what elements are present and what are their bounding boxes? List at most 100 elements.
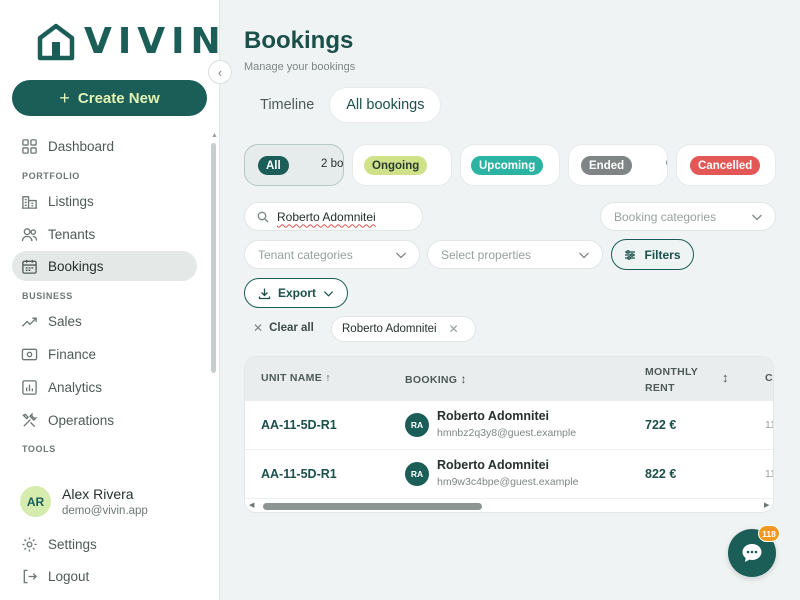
sidebar-item-label: Dashboard: [48, 138, 115, 154]
status-filter-ongoing[interactable]: Ongoing: [352, 144, 452, 186]
table-horizontal-scrollbar[interactable]: ◀ ▶: [245, 499, 773, 512]
tenant-categories-placeholder: Tenant categories: [258, 247, 353, 262]
sidebar-item-label: Operations: [48, 412, 115, 428]
house-logo-icon: [37, 23, 75, 61]
user-profile[interactable]: AR Alex Rivera demo@vivin.app: [20, 486, 148, 517]
guest-email: hmnbz2q3y8@guest.example: [437, 427, 577, 439]
column-header-unit-name[interactable]: UNIT NAME ↑: [261, 372, 331, 384]
scroll-up-arrow-icon[interactable]: ▲: [211, 132, 218, 139]
sidebar-item-logout[interactable]: Logout: [12, 561, 197, 591]
chat-bubble-icon: [742, 544, 762, 562]
sidebar-item-label: Analytics: [48, 379, 103, 395]
tab-all-bookings[interactable]: All bookings: [330, 88, 441, 122]
sidebar-item-analytics[interactable]: Analytics: [12, 372, 197, 402]
sidebar-item-bookings[interactable]: Bookings: [12, 251, 197, 281]
vivin-logo[interactable]: VIVIN: [36, 22, 227, 62]
avatar: RA: [405, 413, 429, 437]
tools-icon: [22, 411, 38, 427]
user-name: Alex Rivera: [62, 486, 134, 502]
sidebar-item-operations[interactable]: Operations: [12, 405, 197, 435]
tenant-categories-select[interactable]: Tenant categories: [244, 240, 420, 269]
chevron-down-icon: [752, 214, 762, 221]
chat-unread-badge: 118: [758, 525, 780, 542]
status-filter-cancelled[interactable]: Cancelled: [676, 144, 776, 186]
chevron-down-icon: [396, 252, 406, 259]
export-button[interactable]: Export: [244, 278, 348, 308]
status-pill-ongoing: Ongoing: [364, 156, 428, 175]
sidebar-item-dashboard[interactable]: Dashboard: [12, 131, 197, 161]
trend-up-icon: [21, 317, 37, 327]
sidebar-item-label: Tenants: [48, 226, 96, 242]
chevron-down-icon: [323, 290, 334, 297]
status-pill-cancelled: Cancelled: [690, 156, 761, 175]
search-value: Roberto Adomnitei: [277, 209, 376, 224]
create-new-label: Create New: [77, 89, 160, 107]
guest-name[interactable]: Roberto Adomnitei: [437, 409, 549, 423]
create-new-button[interactable]: + Create New: [12, 80, 207, 116]
scrollbar-thumb[interactable]: [263, 503, 482, 510]
logout-icon: [23, 569, 38, 583]
sidebar-scrollbar[interactable]: [211, 143, 216, 373]
column-header-booking[interactable]: BOOKING ↕: [405, 372, 467, 386]
sidebar-item-label: Bookings: [48, 258, 104, 274]
grid-icon: [22, 138, 37, 154]
unit-name[interactable]: AA-11-5D-R1: [261, 467, 337, 481]
sidebar-item-label: Sales: [48, 313, 82, 329]
guest-name[interactable]: Roberto Adomnitei: [437, 458, 549, 472]
avatar: AR: [20, 486, 51, 517]
collapse-sidebar-chevron-icon[interactable]: ‹: [208, 60, 232, 84]
sliders-icon: [625, 249, 636, 260]
filters-button[interactable]: Filters: [611, 239, 694, 270]
section-tools: TOOLS: [22, 444, 56, 454]
status-filter-all[interactable]: All 2 boo: [244, 144, 344, 186]
sidebar-item-listings[interactable]: Listings: [12, 186, 197, 216]
table-header: UNIT NAME ↑ BOOKING ↕ MONTHLYRENT ↕ CI: [245, 357, 773, 401]
sidebar: VIVIN + Create New ▲ Dashboard PORTFOLIO…: [0, 0, 221, 600]
clear-all-label: Clear all: [269, 322, 314, 334]
plus-icon: +: [59, 87, 70, 108]
remove-chip-close-icon[interactable]: ✕: [449, 322, 459, 336]
column-header-cut[interactable]: CI: [765, 372, 773, 384]
sidebar-item-label: Listings: [48, 193, 94, 209]
monthly-rent: 822 €: [645, 467, 677, 481]
status-count-all: 2 boo: [321, 158, 344, 170]
scroll-left-arrow-icon[interactable]: ◀: [249, 501, 254, 509]
active-filter-chip-label: Roberto Adomnitei: [342, 323, 437, 335]
table-row[interactable]: AA-11-5D-R1 RA Roberto Adomnitei hmnbz2q…: [245, 401, 773, 450]
table-row[interactable]: AA-11-5D-R1 RA Roberto Adomnitei hm9w3c4…: [245, 450, 773, 499]
view-tabs: Timeline All bookings: [244, 88, 441, 122]
sidebar-item-tenants[interactable]: Tenants: [12, 219, 197, 249]
cut-off-cell: 11: [765, 419, 773, 431]
logo-text: VIVIN: [84, 21, 227, 62]
scroll-right-arrow-icon[interactable]: ▶: [764, 501, 769, 509]
status-pill-all: All: [258, 156, 289, 175]
unit-name[interactable]: AA-11-5D-R1: [261, 418, 337, 432]
status-filter-ended[interactable]: Ended 0: [568, 144, 668, 186]
monthly-rent: 722 €: [645, 418, 677, 432]
close-icon: ✕: [253, 321, 264, 335]
sidebar-item-label: Logout: [48, 568, 90, 584]
search-input[interactable]: Roberto Adomnitei: [244, 202, 423, 231]
booking-categories-select[interactable]: Booking categories: [600, 202, 776, 231]
clear-all-button[interactable]: ✕ Clear all: [253, 321, 314, 335]
page-subtitle: Manage your bookings: [244, 61, 356, 73]
select-properties-select[interactable]: Select properties: [427, 240, 603, 269]
gear-icon: [22, 536, 37, 552]
sort-icon[interactable]: ↕: [722, 370, 729, 385]
buildings-icon: [21, 195, 38, 209]
status-pill-upcoming: Upcoming: [471, 156, 544, 175]
cut-off-cell: 11: [765, 468, 773, 480]
sidebar-item-settings[interactable]: Settings: [12, 529, 197, 559]
sidebar-item-sales[interactable]: Sales: [12, 306, 197, 336]
section-business: BUSINESS: [22, 291, 73, 301]
status-filter-upcoming[interactable]: Upcoming: [460, 144, 560, 186]
section-portfolio: PORTFOLIO: [22, 171, 80, 181]
search-icon: [257, 211, 269, 222]
users-icon: [21, 227, 38, 241]
booking-categories-placeholder: Booking categories: [614, 209, 717, 224]
export-label: Export: [277, 286, 316, 300]
sidebar-item-finance[interactable]: Finance: [12, 339, 197, 369]
column-header-monthly-rent[interactable]: MONTHLY RENT: [645, 364, 698, 396]
tab-timeline[interactable]: Timeline: [244, 88, 330, 122]
calendar-icon: [22, 259, 37, 274]
